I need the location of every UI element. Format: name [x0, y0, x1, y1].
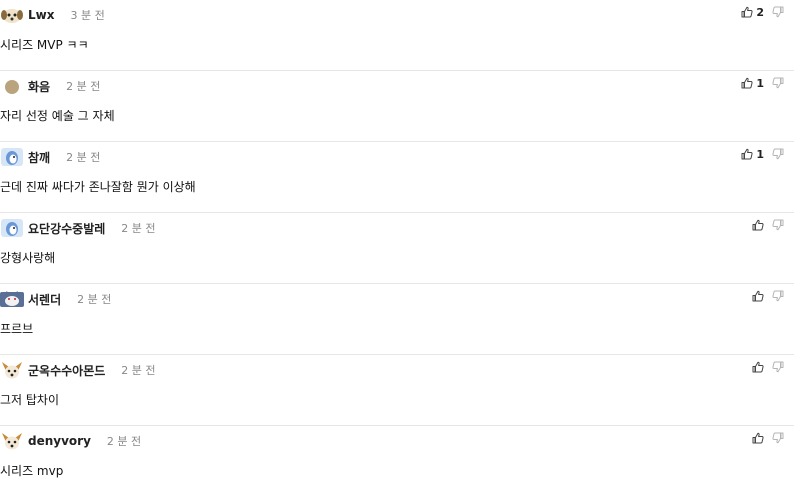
- like-button[interactable]: 1: [741, 77, 772, 90]
- comment-text: 그저 탑차이: [0, 393, 60, 407]
- dislike-button[interactable]: [772, 361, 784, 373]
- dislike-button[interactable]: [772, 6, 784, 18]
- comment-time: 2 분 전: [66, 80, 101, 93]
- like-button[interactable]: [752, 361, 772, 373]
- like-count: 1: [756, 76, 764, 90]
- comment-item: Lwx 3 분 전 시리즈 MVP ㅋㅋ 2: [0, 0, 794, 71]
- comment-item: denyvory 2 분 전 시리즈 mvp: [0, 426, 794, 497]
- comment-author[interactable]: Lwx: [28, 8, 54, 22]
- chihuahua-avatar-icon[interactable]: [0, 360, 24, 380]
- comment-author[interactable]: 화음: [28, 78, 50, 95]
- tan-circle-avatar-icon[interactable]: [0, 76, 24, 96]
- thumbs-up-icon: [741, 148, 753, 160]
- like-count: 2: [756, 5, 764, 19]
- comment-time: 2 분 전: [121, 222, 156, 235]
- thumbs-up-icon: [741, 77, 753, 89]
- thumbs-down-icon: [772, 148, 784, 160]
- comment-time: 2 분 전: [121, 364, 156, 377]
- comment-item: 화음 2 분 전 자리 선정 예술 그 자체 1: [0, 71, 794, 142]
- comment-meta: Lwx 3 분 전: [0, 5, 105, 25]
- thumbs-down-icon: [772, 77, 784, 89]
- comment-votes: 1: [741, 146, 784, 162]
- dislike-button[interactable]: [772, 432, 784, 444]
- dislike-button[interactable]: [772, 148, 784, 160]
- comment-item: 군옥수수아몬드 2 분 전 그저 탑차이: [0, 355, 794, 426]
- comment-votes: [752, 359, 784, 375]
- thumbs-down-icon: [772, 219, 784, 231]
- comment-time: 2 분 전: [106, 435, 142, 448]
- comment-list: Lwx 3 분 전 시리즈 MVP ㅋㅋ 2 화음 2 분 전 자리 선정 예술…: [0, 0, 794, 497]
- comment-author[interactable]: 참깨: [28, 149, 50, 166]
- comment-votes: [752, 217, 784, 233]
- blue-face-avatar-icon[interactable]: [0, 147, 24, 167]
- comment-text: 근데 진짜 싸다가 존나잘함 뭔가 이상해: [0, 180, 196, 194]
- thumbs-up-icon: [752, 361, 764, 373]
- puppy-avatar-icon[interactable]: [0, 5, 24, 25]
- comment-meta: denyvory 2 분 전: [0, 431, 141, 451]
- thumbs-up-icon: [752, 219, 764, 231]
- wolf-avatar-icon[interactable]: [0, 289, 24, 309]
- comment-meta: 요단강수중발레 2 분 전: [0, 218, 156, 238]
- like-button[interactable]: 2: [741, 6, 772, 19]
- comment-time: 3 분 전: [70, 9, 105, 22]
- thumbs-down-icon: [772, 290, 784, 302]
- like-button[interactable]: [752, 432, 772, 444]
- comment-meta: 참깨 2 분 전: [0, 147, 100, 167]
- comment-meta: 화음 2 분 전: [0, 76, 100, 96]
- dislike-button[interactable]: [772, 219, 784, 231]
- thumbs-up-icon: [752, 432, 764, 444]
- comment-text: 시리즈 mvp: [0, 464, 64, 478]
- dislike-button[interactable]: [772, 290, 784, 302]
- comment-text: 시리즈 MVP ㅋㅋ: [0, 38, 89, 52]
- comment-author[interactable]: 군옥수수아몬드: [28, 362, 105, 379]
- blue-face-avatar-icon[interactable]: [0, 218, 24, 238]
- like-count: 1: [756, 147, 764, 161]
- thumbs-up-icon: [741, 6, 753, 18]
- like-button[interactable]: [752, 290, 772, 302]
- comment-author[interactable]: 서렌더: [28, 291, 61, 308]
- comment-author[interactable]: 요단강수중발레: [28, 220, 105, 237]
- comment-item: 요단강수중발레 2 분 전 강형사랑해: [0, 213, 794, 284]
- comment-text: 강형사랑해: [0, 251, 56, 265]
- comment-votes: [752, 430, 784, 446]
- thumbs-up-icon: [752, 290, 764, 302]
- dislike-button[interactable]: [772, 77, 784, 89]
- like-button[interactable]: 1: [741, 148, 772, 161]
- comment-text: 자리 선정 예술 그 자체: [0, 109, 115, 123]
- thumbs-down-icon: [772, 361, 784, 373]
- comment-time: 2 분 전: [66, 151, 101, 164]
- comment-time: 2 분 전: [77, 293, 112, 306]
- thumbs-down-icon: [772, 6, 784, 18]
- comment-item: 참깨 2 분 전 근데 진짜 싸다가 존나잘함 뭔가 이상해 1: [0, 142, 794, 213]
- comment-meta: 군옥수수아몬드 2 분 전: [0, 360, 156, 380]
- like-button[interactable]: [752, 219, 772, 231]
- comment-votes: 1: [741, 75, 784, 91]
- comment-author[interactable]: denyvory: [28, 434, 91, 448]
- thumbs-down-icon: [772, 432, 784, 444]
- comment-item: 서렌더 2 분 전 프르브: [0, 284, 794, 355]
- chihuahua-avatar-icon[interactable]: [0, 431, 24, 451]
- comment-text: 프르브: [0, 322, 34, 336]
- comment-meta: 서렌더 2 분 전: [0, 289, 111, 309]
- comment-votes: 2: [741, 4, 784, 20]
- comment-votes: [752, 288, 784, 304]
